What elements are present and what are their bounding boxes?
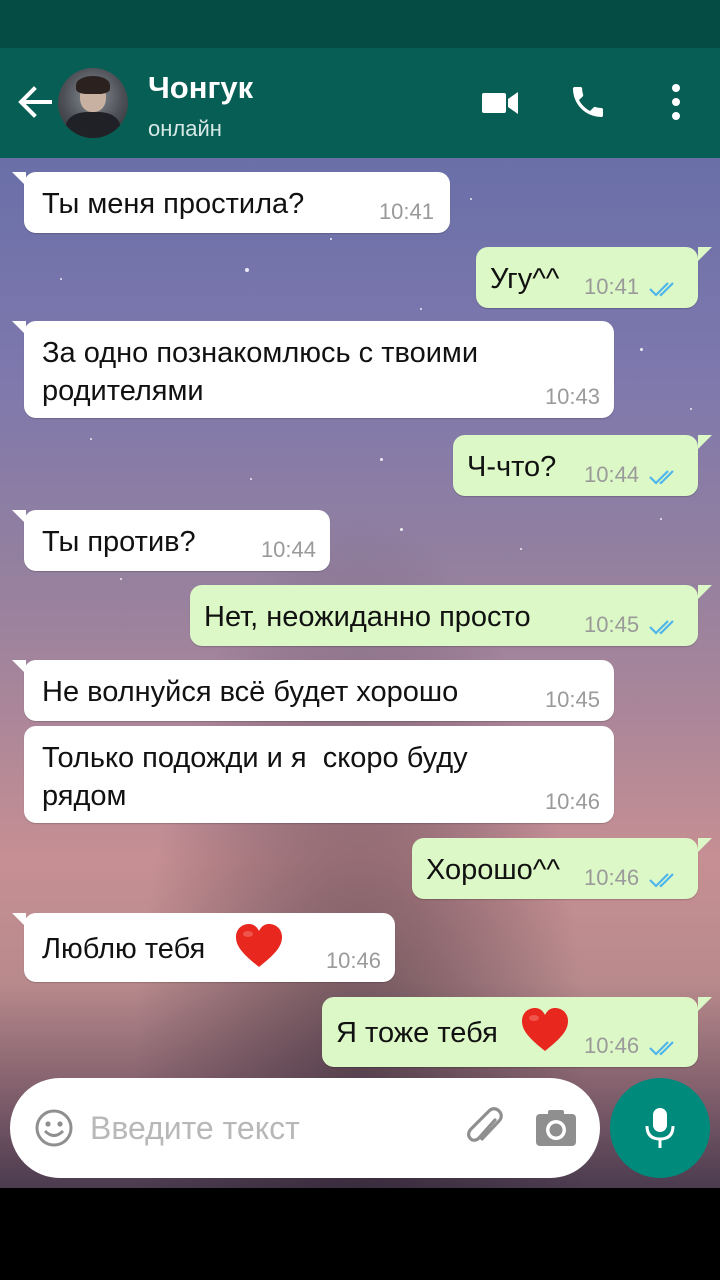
system-nav-bar — [0, 1188, 720, 1280]
read-ticks-icon — [649, 620, 674, 635]
message-incoming[interactable]: Ты меня простила? 10:41 — [24, 172, 450, 233]
video-call-icon[interactable] — [480, 88, 520, 118]
message-time: 10:44 — [584, 462, 640, 487]
mic-icon — [645, 1108, 675, 1148]
message-incoming[interactable]: Не волнуйся всё будет хорошо 10:45 — [24, 660, 614, 721]
read-ticks-icon — [649, 282, 674, 297]
message-text: Не волнуйся всё будет хорошо — [42, 676, 459, 708]
contact-name[interactable]: Чонгук — [148, 70, 253, 106]
status-bar — [0, 0, 720, 48]
message-text: Ч-что? — [467, 451, 557, 483]
avatar[interactable] — [58, 68, 128, 138]
message-incoming[interactable]: Люблю тебя 10:46 — [24, 913, 395, 982]
contact-status: онлайн — [148, 116, 222, 141]
heart-emoji-icon — [236, 924, 282, 967]
message-text: Только подожди и я скоро буду рядом — [42, 742, 468, 812]
message-text: Я тоже тебя — [336, 1017, 498, 1049]
message-outgoing[interactable]: Угу^^ 10:41 — [476, 247, 698, 308]
message-time: 10:45 — [544, 687, 600, 712]
message-incoming[interactable]: Ты против? 10:44 — [24, 510, 330, 571]
message-text: Нет, неожиданно просто — [204, 601, 531, 633]
message-time: 10:44 — [260, 537, 316, 562]
message-composer: Введите текст — [10, 1078, 600, 1178]
message-text: Ты меня простила? — [42, 188, 305, 220]
message-outgoing[interactable]: Хорошо^^ 10:46 — [412, 838, 698, 899]
message-text: Ты против? — [42, 526, 196, 558]
message-text: Люблю тебя — [42, 933, 206, 965]
chat-header: Чонгук онлайн — [0, 48, 720, 158]
message-time: 10:45 — [584, 612, 640, 637]
chat-area[interactable]: Ты меня простила? 10:41 Угу^^ 10:41 За о… — [0, 158, 720, 1188]
message-time: 10:46 — [544, 789, 600, 814]
attach-icon[interactable] — [465, 1106, 509, 1152]
message-outgoing[interactable]: Нет, неожиданно просто 10:45 — [190, 585, 698, 646]
mic-button[interactable] — [610, 1078, 710, 1178]
message-input[interactable]: Введите текст — [90, 1110, 300, 1147]
message-time: 10:41 — [584, 274, 640, 299]
read-ticks-icon — [649, 1041, 674, 1056]
message-time: 10:46 — [584, 1033, 640, 1058]
message-time: 10:41 — [378, 199, 434, 224]
message-outgoing[interactable]: Ч-что? 10:44 — [453, 435, 698, 496]
back-arrow-icon[interactable] — [14, 82, 54, 122]
phone-call-icon[interactable] — [568, 82, 608, 122]
message-time: 10:46 — [584, 865, 640, 890]
read-ticks-icon — [649, 873, 674, 888]
message-incoming[interactable]: За одно познакомлюсь с твоими родителями… — [24, 321, 614, 418]
message-text: За одно познакомлюсь с твоими родителями — [42, 337, 479, 407]
message-text: Хорошо^^ — [426, 854, 561, 886]
emoji-icon[interactable] — [34, 1108, 74, 1148]
message-text: Угу^^ — [490, 263, 560, 295]
message-incoming[interactable]: Только подожди и я скоро буду рядом 10:4… — [24, 726, 614, 823]
message-outgoing[interactable]: Я тоже тебя 10:46 — [322, 997, 698, 1067]
heart-emoji-icon — [522, 1008, 568, 1051]
message-time: 10:43 — [544, 384, 600, 409]
read-ticks-icon — [649, 470, 674, 485]
camera-icon[interactable] — [534, 1108, 578, 1148]
more-vert-icon[interactable] — [666, 82, 686, 122]
message-time: 10:46 — [325, 948, 381, 973]
